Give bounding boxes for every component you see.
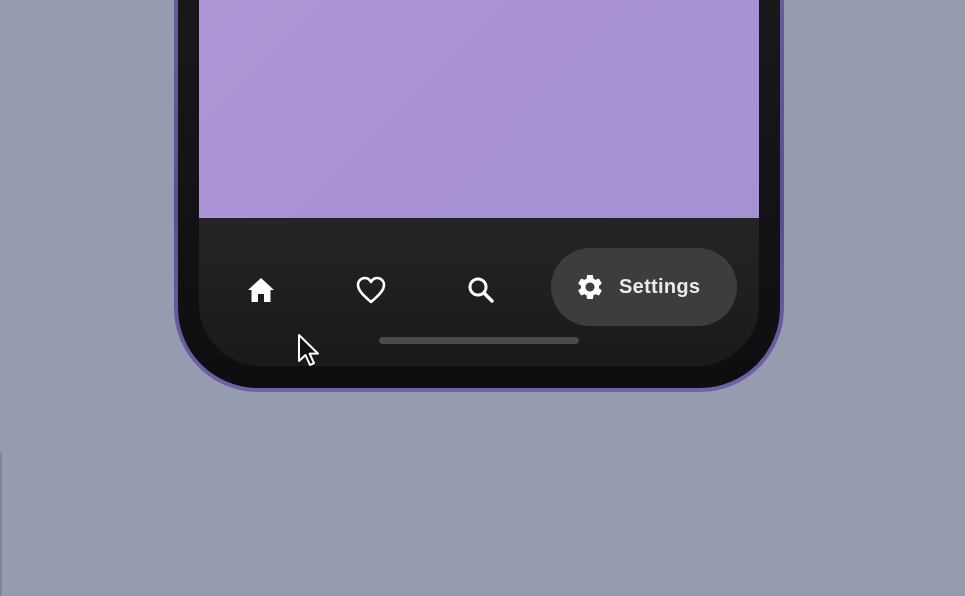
nav-item-favorites[interactable]: [349, 268, 393, 312]
bottom-navigation-bar: Settings: [199, 218, 759, 366]
desktop-background: Settings: [0, 0, 965, 596]
gear-icon: [578, 274, 602, 299]
home-icon: [248, 278, 274, 302]
window-edge: [0, 452, 2, 596]
nav-item-home[interactable]: [239, 268, 283, 312]
nav-item-search[interactable]: [459, 268, 503, 312]
mouse-pointer-icon: [298, 334, 319, 366]
heart-icon: [356, 276, 386, 304]
nav-settings-label: Settings: [619, 275, 701, 298]
nav-item-settings[interactable]: Settings: [551, 248, 737, 326]
content-area: [199, 0, 759, 218]
home-indicator[interactable]: [379, 337, 579, 344]
phone-screen: Settings: [199, 0, 759, 366]
search-icon: [468, 277, 494, 303]
